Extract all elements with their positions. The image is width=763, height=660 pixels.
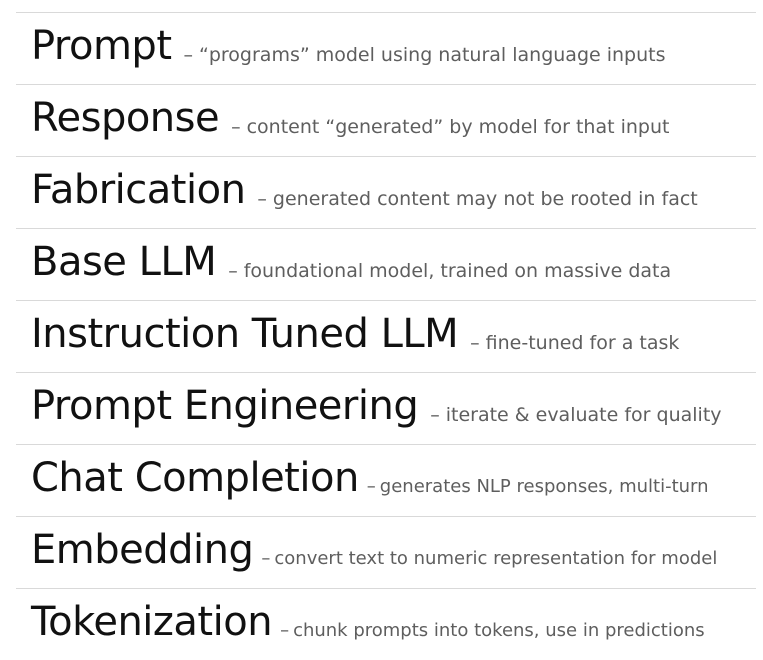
- definition: chunk prompts into tokens, use in predic…: [293, 620, 705, 641]
- term: Prompt: [31, 22, 172, 69]
- definition: convert text to numeric representation f…: [274, 548, 718, 569]
- glossary-list: Prompt – “programs” model using natural …: [16, 12, 756, 660]
- term: Base LLM: [31, 238, 217, 285]
- glossary-item-tokenization: Tokenization – chunk prompts into tokens…: [16, 589, 756, 660]
- term: Embedding: [31, 526, 254, 573]
- dash: –: [183, 43, 194, 66]
- dash: –: [261, 548, 271, 569]
- dash: –: [257, 187, 267, 210]
- glossary-item-base-llm: Base LLM – foundational model, trained o…: [16, 229, 756, 300]
- dash: –: [280, 620, 290, 641]
- dash: –: [366, 476, 376, 497]
- definition: content “generated” by model for that in…: [246, 115, 670, 138]
- glossary-item-embedding: Embedding – convert text to numeric repr…: [16, 517, 756, 588]
- definition: generates NLP responses, multi-turn: [379, 476, 709, 497]
- dash: –: [228, 259, 238, 282]
- glossary-item-instruction-tuned-llm: Instruction Tuned LLM – fine-tuned for a…: [16, 301, 756, 372]
- term: Fabrication: [31, 166, 246, 213]
- dash: –: [430, 403, 440, 426]
- glossary-item-fabrication: Fabrication – generated content may not …: [16, 157, 756, 228]
- term: Instruction Tuned LLM: [31, 310, 459, 357]
- definition: generated content may not be rooted in f…: [272, 187, 698, 210]
- dash: –: [231, 115, 241, 138]
- glossary-item-prompt: Prompt – “programs” model using natural …: [16, 13, 756, 84]
- term: Prompt Engineering: [31, 382, 419, 429]
- term: Chat Completion: [31, 454, 359, 501]
- definition: foundational model, trained on massive d…: [243, 259, 672, 282]
- glossary-item-chat-completion: Chat Completion – generates NLP response…: [16, 445, 756, 516]
- definition: iterate & evaluate for quality: [445, 403, 722, 426]
- dash: –: [470, 331, 480, 354]
- glossary-item-prompt-engineering: Prompt Engineering – iterate & evaluate …: [16, 373, 756, 444]
- definition: fine-tuned for a task: [485, 331, 680, 354]
- definition: “programs” model using natural language …: [199, 43, 666, 66]
- term: Response: [31, 94, 220, 141]
- glossary-item-response: Response – content “generated” by model …: [16, 85, 756, 156]
- term: Tokenization: [31, 598, 273, 645]
